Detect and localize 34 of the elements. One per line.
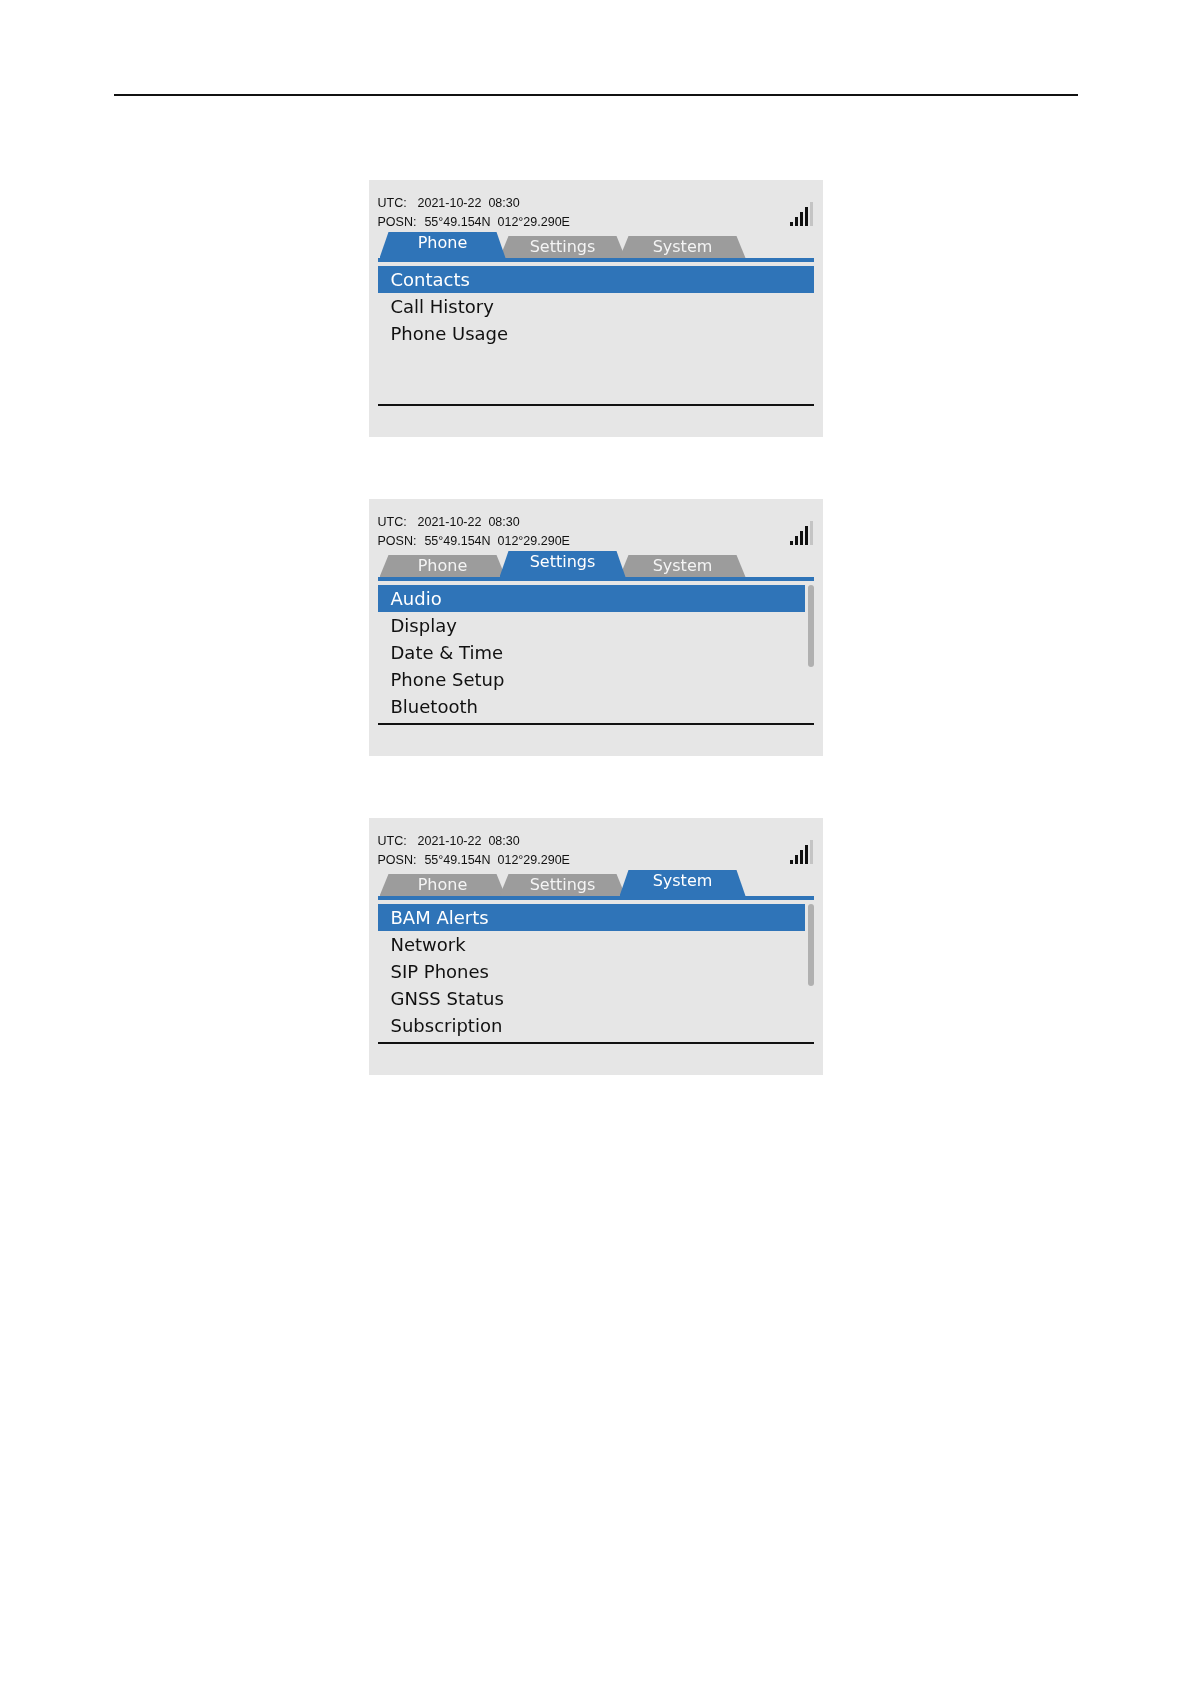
tab[interactable]: Settings [499,551,626,577]
position-value: 55°49.154N 012°29.290E [424,533,570,550]
menu-item[interactable]: Phone Usage [377,320,814,347]
menu-item[interactable]: Audio [377,585,805,612]
scrollbar-thumb[interactable] [807,585,814,667]
menu-item[interactable]: Contacts [377,266,814,293]
utc-value: 2021-10-22 08:30 [417,195,520,212]
signal-icon [788,840,814,864]
position-value: 55°49.154N 012°29.290E [424,214,570,231]
menu-item[interactable]: SIP Phones [377,958,805,985]
utc-label: UTC: [377,833,408,850]
menu-item[interactable]: Call History [377,293,814,320]
scrollbar-thumb[interactable] [807,904,814,986]
tab[interactable]: System [619,870,746,896]
utc-value: 2021-10-22 08:30 [417,833,520,850]
menu-item[interactable]: GNSS Status [377,985,805,1012]
menu-item[interactable]: Date & Time [377,639,805,666]
position-label: POSN: [377,214,417,231]
tab[interactable]: System [619,236,746,258]
menu-item[interactable]: Network [377,931,805,958]
utc-value: 2021-10-22 08:30 [417,514,520,531]
menu-item[interactable]: BAM Alerts [377,904,805,931]
utc-label: UTC: [377,514,408,531]
signal-icon [788,521,814,545]
position-label: POSN: [377,852,417,869]
menu-item[interactable]: Phone Setup [377,666,805,693]
menu-item[interactable]: Display [377,612,805,639]
signal-icon [788,202,814,226]
position-label: POSN: [377,533,417,550]
menu-item[interactable]: Subscription [377,1012,805,1039]
position-value: 55°49.154N 012°29.290E [424,852,570,869]
tab[interactable]: Phone [379,232,506,258]
utc-label: UTC: [377,195,408,212]
menu-item[interactable]: Bluetooth [377,693,805,720]
